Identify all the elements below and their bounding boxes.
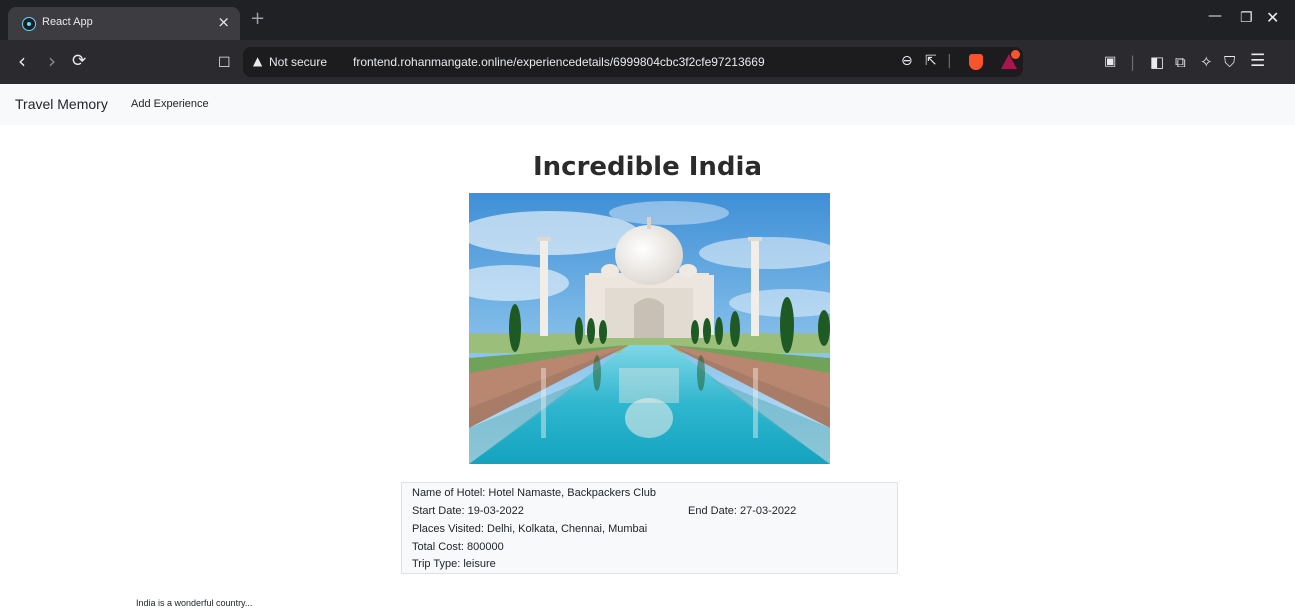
add-experience-link[interactable]: Add Experience	[131, 98, 209, 110]
bookmark-icon[interactable]: ☐	[218, 51, 231, 75]
tab-close-icon[interactable]: ×	[217, 13, 230, 31]
experience-details-card: Name of Hotel: Hotel Namaste, Backpacker…	[401, 482, 898, 574]
back-icon[interactable]: ‹	[18, 49, 26, 73]
app-navbar: Travel Memory Add Experience	[0, 84, 1295, 125]
address-bar[interactable]: ▲ Not secure frontend.rohanmangate.onlin…	[243, 47, 1023, 77]
share-icon[interactable]: ⇱	[925, 53, 937, 69]
toolbar-separator: |	[1130, 53, 1136, 71]
warning-icon: ▲	[253, 54, 263, 68]
trip-type: Trip Type: leisure	[412, 558, 496, 570]
places-visited: Places Visited: Delhi, Kolkata, Chennai,…	[412, 523, 648, 535]
security-label[interactable]: Not secure	[269, 55, 327, 69]
experience-description: India is a wonderful country...	[136, 598, 253, 608]
minimize-icon[interactable]: —	[1208, 8, 1222, 24]
tab-title: React App	[42, 16, 93, 28]
leo-ai-icon[interactable]: ✧	[1200, 53, 1213, 71]
tab-react-app[interactable]: React App ×	[8, 7, 240, 40]
browser-toolbar: ‹ › ⟳ ☐ ▲ Not secure frontend.rohanmanga…	[0, 40, 1295, 84]
start-date: Start Date: 19-03-2022	[412, 505, 524, 517]
zoom-icon[interactable]: ⊖	[901, 53, 913, 69]
tab-manager-icon[interactable]: ⧉	[1175, 53, 1186, 71]
hotel-name: Name of Hotel: Hotel Namaste, Backpacker…	[412, 487, 656, 499]
forward-icon[interactable]: ›	[48, 49, 56, 73]
url-text[interactable]: frontend.rohanmangate.online/experienced…	[353, 55, 765, 69]
menu-icon[interactable]: ☰	[1250, 51, 1265, 71]
restore-icon[interactable]: ❐	[1240, 10, 1253, 26]
vpn-icon[interactable]: ⛉	[1224, 53, 1235, 71]
separator-icon: |	[947, 53, 952, 69]
total-cost: Total Cost: 800000	[412, 541, 504, 553]
reload-icon[interactable]: ⟳	[72, 49, 86, 73]
navbar-brand[interactable]: Travel Memory	[15, 96, 108, 112]
notification-badge	[1011, 50, 1020, 59]
browser-chrome: React App × + — ❐ ✕ ‹ › ⟳ ☐ ▲ Not secure…	[0, 0, 1295, 84]
sidebar-icon[interactable]: ◧	[1150, 53, 1164, 71]
page-title: Incredible India	[532, 152, 763, 182]
tab-strip: React App × + — ❐ ✕	[0, 0, 1295, 40]
brave-shields-icon[interactable]	[969, 54, 983, 70]
wallet-icon[interactable]: ▣	[1104, 54, 1116, 69]
close-window-icon[interactable]: ✕	[1266, 8, 1279, 27]
new-tab-button[interactable]: +	[250, 10, 265, 28]
taj-mahal-photo	[469, 193, 830, 464]
end-date: End Date: 27-03-2022	[688, 505, 797, 517]
react-favicon-icon	[22, 17, 36, 31]
